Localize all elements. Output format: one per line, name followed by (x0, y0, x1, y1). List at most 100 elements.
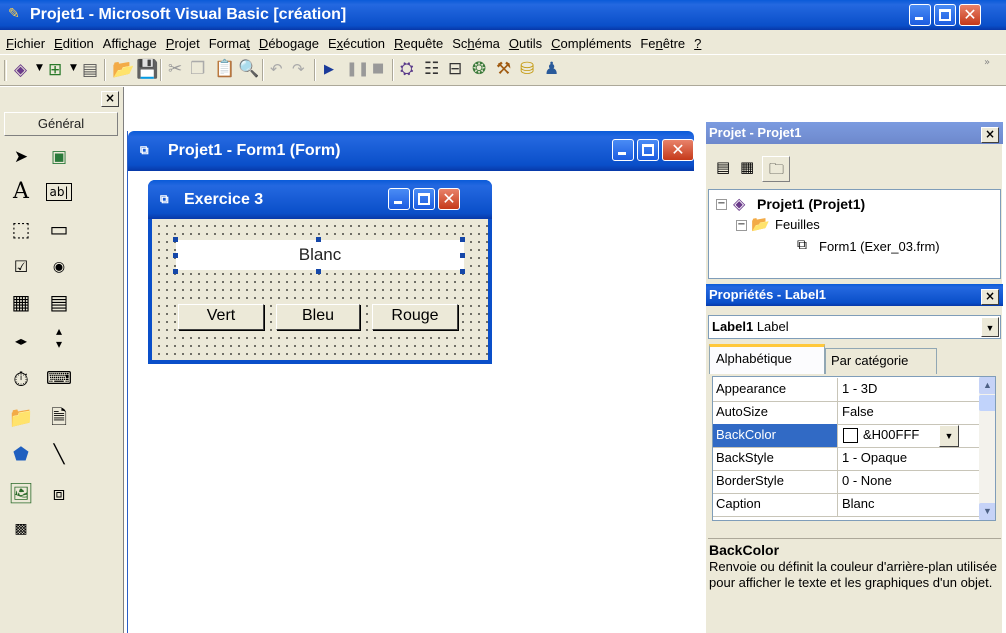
hscrollbar-tool[interactable]: ◂▸ (6, 327, 36, 355)
add-project-icon[interactable]: ◈ (14, 60, 27, 80)
line-tool[interactable]: ╲ (44, 441, 74, 469)
form-maximize-button[interactable] (413, 188, 435, 210)
form-close-button[interactable]: ✕ (438, 188, 460, 210)
toolbar-grip[interactable] (4, 60, 7, 81)
resize-handle[interactable] (173, 269, 178, 274)
tree-collapse-icon[interactable]: − (736, 220, 747, 231)
property-value[interactable]: &H00FFF (863, 427, 919, 442)
frame-tool[interactable]: ⬚ (6, 215, 36, 243)
redo-icon[interactable]: ↷ (292, 60, 305, 78)
resize-handle[interactable] (460, 253, 465, 258)
ole-tool[interactable]: ▩ (6, 515, 36, 543)
property-value[interactable]: Blanc (842, 496, 875, 511)
view-code-icon[interactable]: ▤ (716, 158, 730, 176)
toolbox-tab-general[interactable]: Général (4, 112, 118, 136)
save-icon[interactable]: 💾 (136, 59, 158, 80)
stop-icon[interactable]: ■ (372, 61, 384, 76)
listbox-tool[interactable]: ▤ (44, 288, 74, 316)
menu-item[interactable]: Outils (509, 36, 542, 51)
resize-handle[interactable] (316, 269, 321, 274)
menu-item[interactable]: Fenêtre (640, 36, 685, 51)
form-title-bar[interactable]: ⧉ Exercice 3 ✕ (148, 180, 492, 219)
designer-close-button[interactable]: ✕ (662, 139, 694, 161)
undo-icon[interactable]: ↶ (270, 60, 283, 78)
combobox-tool[interactable]: ▦ (6, 288, 36, 316)
toolbox-close-button[interactable]: × (101, 91, 119, 107)
resize-handle[interactable] (316, 237, 321, 242)
menu-item[interactable]: Requête (394, 36, 443, 51)
properties-window-icon[interactable]: ☷ (424, 59, 439, 79)
menu-item[interactable]: Edition (54, 36, 94, 51)
tree-folder-label[interactable]: Feuilles (775, 217, 820, 232)
form-designer-title-bar[interactable]: ⧉ Projet1 - Form1 (Form) ✕ (128, 131, 694, 171)
properties-close-button[interactable]: × (981, 289, 999, 305)
property-value[interactable]: 1 - Opaque (842, 450, 907, 465)
property-value[interactable]: 0 - None (842, 473, 892, 488)
paste-icon[interactable]: 📋 (214, 59, 235, 79)
maximize-button[interactable] (934, 4, 956, 26)
minimize-button[interactable] (909, 4, 931, 26)
property-row[interactable]: Appearance 1 - 3D (713, 378, 979, 402)
tab-par-categorie[interactable]: Par catégorie (825, 348, 937, 374)
label-tool[interactable]: A (6, 178, 36, 206)
menu-item[interactable]: Projet (166, 36, 200, 51)
commandbutton-tool[interactable]: ▭ (44, 215, 74, 243)
bleu-button[interactable]: Bleu (276, 304, 360, 330)
dirlistbox-tool[interactable]: 📁 (6, 403, 36, 431)
menu-item[interactable]: Schéma (452, 36, 500, 51)
add-form-icon[interactable]: ⊞ (48, 60, 62, 80)
dropdown-arrow-icon[interactable]: ▼ (36, 63, 43, 73)
object-selector[interactable]: Label1 Label ▼ (708, 315, 1001, 339)
scroll-up-arrow[interactable]: ▲ (979, 377, 995, 394)
resize-handle[interactable] (460, 269, 465, 274)
textbox-tool[interactable]: ab| (44, 178, 74, 206)
toolbox-icon[interactable]: ⚒ (496, 59, 511, 79)
optionbutton-tool[interactable]: ◉ (44, 253, 74, 281)
menu-item[interactable]: Affichage (103, 36, 157, 51)
menu-editor-icon[interactable]: ▤ (82, 60, 98, 80)
picturebox-tool[interactable]: ▣ (44, 143, 74, 171)
menu-item[interactable]: Fichier (6, 36, 45, 51)
form-exercice3[interactable]: ⧉ Exercice 3 ✕ Blanc Vert Bleu Rouge (148, 180, 492, 364)
form-client-area[interactable]: Blanc Vert Bleu Rouge (152, 219, 488, 360)
resize-handle[interactable] (460, 237, 465, 242)
cut-icon[interactable]: ✂ (168, 59, 182, 79)
designer-maximize-button[interactable] (637, 139, 659, 161)
find-icon[interactable]: 🔍 (238, 59, 259, 79)
property-value[interactable]: 1 - 3D (842, 381, 877, 396)
tab-alphabetique[interactable]: Alphabétique (709, 344, 825, 374)
data-tool[interactable]: ⧈ (44, 479, 74, 507)
pointer-tool[interactable]: ➤ (6, 143, 36, 171)
vert-button[interactable]: Vert (178, 304, 264, 330)
label1-caption[interactable]: Blanc (176, 240, 464, 270)
menu-item[interactable]: Exécution (328, 36, 385, 51)
property-row[interactable]: AutoSize False (713, 401, 979, 425)
main-title-bar[interactable]: ✎ Projet1 - Microsoft Visual Basic [créa… (0, 0, 1006, 30)
visual-component-manager-icon[interactable]: ♟ (544, 59, 559, 79)
menu-item[interactable]: Débogage (259, 36, 319, 51)
property-row[interactable]: Caption Blanc (713, 493, 979, 517)
designer-minimize-button[interactable] (612, 139, 634, 161)
project-explorer-icon[interactable]: ⛭ (400, 59, 414, 79)
resize-handle[interactable] (173, 253, 178, 258)
vscrollbar-tool[interactable]: ▴ ▾ (44, 323, 74, 353)
image-tool[interactable]: 🖼 (6, 479, 36, 507)
project-explorer-close-button[interactable]: × (981, 127, 999, 143)
tree-item-form1[interactable]: Form1 (Exer_03.frm) (819, 239, 940, 254)
menu-item[interactable]: Format (209, 36, 250, 51)
object-selector-dropdown[interactable]: ▼ (981, 317, 999, 337)
form-minimize-button[interactable] (388, 188, 410, 210)
open-folder-icon[interactable]: 📂 (112, 59, 134, 80)
close-button[interactable]: ✕ (959, 4, 981, 26)
rouge-button[interactable]: Rouge (372, 304, 458, 330)
dropdown-arrow-icon[interactable]: ▼ (70, 63, 77, 73)
property-row[interactable]: BackColor &H00FFF ▼ (713, 424, 979, 448)
checkbox-tool[interactable]: ☑ (6, 253, 36, 281)
filelistbox-tool[interactable]: 🗎 (44, 403, 74, 431)
property-row[interactable]: BorderStyle 0 - None (713, 470, 979, 494)
tree-collapse-icon[interactable]: − (716, 199, 727, 210)
property-row[interactable]: BackStyle 1 - Opaque (713, 447, 979, 471)
resize-handle[interactable] (173, 237, 178, 242)
form-layout-icon[interactable]: ⊟ (448, 59, 462, 79)
menu-item[interactable]: ? (694, 36, 701, 51)
